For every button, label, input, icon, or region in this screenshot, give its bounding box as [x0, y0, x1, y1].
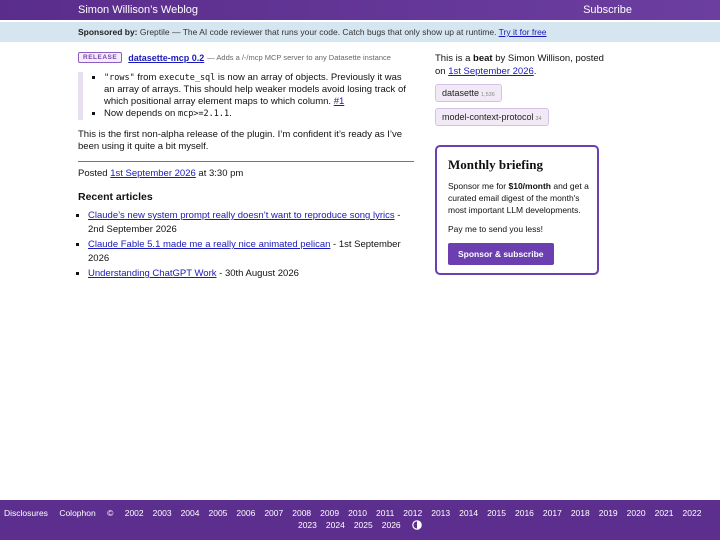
posted-prefix: Posted: [78, 168, 108, 179]
sponsor-message: Greptile — The AI code reviewer that run…: [139, 27, 497, 37]
footer-year-link-2017[interactable]: 2017: [543, 508, 562, 518]
tag-row: datasette 1,536: [435, 78, 605, 102]
tag-row: model-context-protocol 34: [435, 102, 605, 126]
recent-article-link[interactable]: Understanding ChatGPT Work: [88, 268, 217, 279]
entry-paragraph: This is the first non-alpha release of t…: [78, 129, 403, 152]
release-badge: RELEASE: [78, 52, 123, 63]
footer-link-colophon[interactable]: Colophon: [59, 508, 95, 518]
briefing-text: Sponsor me for: [448, 181, 509, 191]
footer-year-link-2021[interactable]: 2021: [655, 508, 674, 518]
footer-year-link-2009[interactable]: 2009: [320, 508, 339, 518]
posted-line: Posted 1st September 2026 at 3:30 pm: [78, 168, 414, 179]
briefing-tagline: Pay me to send you less!: [448, 224, 543, 234]
site-title-link[interactable]: Simon Willison’s Weblog: [78, 4, 198, 16]
recent-article-link[interactable]: Claude Fable 5.1 made me a really nice a…: [88, 239, 330, 250]
meta-text: .: [533, 66, 537, 77]
footer-year-link-2011[interactable]: 2011: [376, 508, 394, 518]
footer-year-link-2024[interactable]: 2024: [326, 520, 345, 530]
footer-year-link-2012[interactable]: 2012: [403, 508, 422, 518]
list-item: Claude’s new system prompt really doesn’…: [88, 209, 414, 237]
tag-count: 34: [535, 116, 542, 122]
footer-year-link-2007[interactable]: 2007: [264, 508, 283, 518]
divider: [78, 161, 414, 162]
list-item: Claude Fable 5.1 made me a really nice a…: [88, 238, 414, 266]
footer-year-link-2006[interactable]: 2006: [236, 508, 255, 518]
sponsor-banner: Sponsored by: Greptile — The AI code rev…: [0, 22, 720, 42]
subscribe-link[interactable]: Subscribe: [583, 4, 632, 16]
footer-row-1: Disclosures Colophon © 2002 2003 2004 2005 2…: [4, 508, 710, 518]
release-title-link[interactable]: datasette-mcp 0.2: [128, 53, 204, 63]
posted-date-link[interactable]: 1st September 2026: [110, 168, 196, 179]
contrast-toggle-icon[interactable]: [412, 520, 422, 532]
note-text: from: [134, 72, 159, 83]
footer-year-link-2008[interactable]: 2008: [292, 508, 311, 518]
copyright-symbol: ©: [107, 508, 114, 518]
list-item: Understanding ChatGPT Work - 30th August…: [88, 267, 414, 281]
year-links-row-2: 2023 2024 2025 2026: [298, 520, 410, 530]
meta-date-link[interactable]: 1st September 2026: [448, 66, 534, 77]
footer-year-link-2020[interactable]: 2020: [627, 508, 646, 518]
footer-year-link-2014[interactable]: 2014: [459, 508, 478, 518]
footer-year-link-2004[interactable]: 2004: [181, 508, 200, 518]
release-note-item: "rows" from execute_sql is now an array …: [104, 72, 414, 108]
main-content: RELEASE datasette-mcp 0.2 — Adds a /-/mc…: [78, 52, 414, 282]
monthly-briefing-box: Monthly briefing Sponsor me for $10/mont…: [435, 145, 599, 275]
tag-label: model-context-protocol: [442, 112, 534, 122]
footer-year-link-2018[interactable]: 2018: [571, 508, 590, 518]
briefing-description: Sponsor me for $10/month and get a curat…: [448, 180, 598, 216]
site-header: Simon Willison’s Weblog Subscribe: [0, 0, 720, 20]
entry-header: RELEASE datasette-mcp 0.2 — Adds a /-/mc…: [78, 52, 414, 63]
footer-year-link-2013[interactable]: 2013: [431, 508, 450, 518]
code-mcp-version: mcp>=2.1.1: [177, 109, 230, 119]
sponsor-text-row: Sponsored by: Greptile — The AI code rev…: [78, 22, 547, 42]
release-notes: "rows" from execute_sql is now an array …: [78, 72, 414, 120]
recent-article-link[interactable]: Claude’s new system prompt really doesn’…: [88, 210, 395, 221]
posted-time: at 3:30 pm: [198, 168, 244, 179]
meta-text: This is a: [435, 53, 474, 64]
briefing-title: Monthly briefing: [448, 157, 543, 172]
footer-year-link-2015[interactable]: 2015: [487, 508, 506, 518]
tag-count: 1,536: [481, 92, 495, 98]
release-note-item: Now depends on mcp>=2.1.1.: [104, 108, 414, 120]
release-notes-list: "rows" from execute_sql is now an array …: [93, 72, 414, 120]
footer-link-disclosures[interactable]: Disclosures: [4, 508, 48, 518]
recent-articles-list: Claude’s new system prompt really doesn’…: [78, 209, 414, 281]
footer-year-link-2002[interactable]: 2002: [125, 508, 144, 518]
recent-articles-heading: Recent articles: [78, 191, 153, 203]
footer-year-link-2023[interactable]: 2023: [298, 520, 317, 530]
footer-year-link-2025[interactable]: 2025: [354, 520, 373, 530]
tag-label: datasette: [442, 88, 480, 98]
footer-year-link-2010[interactable]: 2010: [348, 508, 367, 518]
sponsor-subscribe-button[interactable]: Sponsor & subscribe: [448, 243, 554, 265]
footer-row-2: 2023 2024 2025 2026: [0, 520, 720, 532]
sponsor-cta-link[interactable]: Try it for free: [499, 27, 547, 37]
note-text: Now depends on: [104, 108, 178, 119]
issue-link[interactable]: #1: [334, 96, 345, 107]
footer-year-link-2022[interactable]: 2022: [683, 508, 702, 518]
code-execute-sql: execute_sql: [159, 73, 216, 83]
code-rows: "rows": [104, 73, 135, 83]
footer-year-link-2026[interactable]: 2026: [382, 520, 401, 530]
footer-year-link-2019[interactable]: 2019: [599, 508, 618, 518]
footer-year-link-2003[interactable]: 2003: [153, 508, 172, 518]
footer-year-link-2016[interactable]: 2016: [515, 508, 534, 518]
footer-year-link-2005[interactable]: 2005: [208, 508, 227, 518]
briefing-price: $10/month: [508, 181, 551, 191]
sidebar: This is a beat by Simon Willison, posted…: [435, 52, 605, 126]
note-text: .: [229, 108, 232, 119]
sponsor-label: Sponsored by:: [78, 27, 138, 37]
year-links-row-1: 2002 2003 2004 2005 2006 2007 2008 2009 2010 2011…: [125, 508, 711, 518]
meta-kind: beat: [473, 53, 493, 64]
release-description: — Adds a /-/mcp MCP server to any Datase…: [207, 53, 391, 62]
entry-meta: This is a beat by Simon Willison, posted…: [435, 52, 605, 78]
tag-model-context-protocol[interactable]: model-context-protocol 34: [435, 108, 549, 126]
tag-datasette[interactable]: datasette 1,536: [435, 84, 502, 102]
site-footer: Disclosures Colophon © 2002 2003 2004 2005 2…: [0, 500, 720, 540]
recent-article-date: - 30th August 2026: [216, 268, 299, 279]
